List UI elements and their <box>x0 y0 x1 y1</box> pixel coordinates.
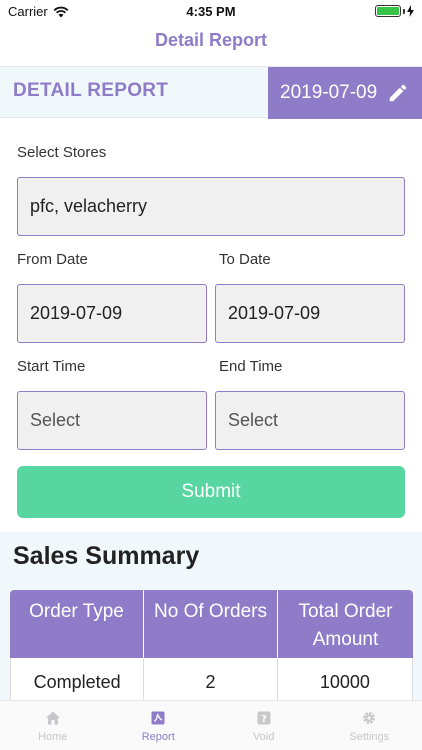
cell-order-type: Completed <box>11 658 145 706</box>
home-icon <box>45 711 60 725</box>
gear-icon <box>363 712 376 724</box>
tab-home-label: Home <box>38 731 68 743</box>
tab-void[interactable]: ? Void <box>211 701 317 750</box>
stores-value: pfc, velacherry <box>30 196 148 216</box>
column-header-order-type: Order Type <box>10 590 144 658</box>
pencil-icon <box>389 84 407 102</box>
battery-icon <box>375 5 414 17</box>
tab-void-label: Void <box>253 731 275 743</box>
cell-no-of-orders: 2 <box>144 658 278 706</box>
start-time-label: Start Time <box>17 358 86 375</box>
page-title: Detail Report <box>154 30 268 50</box>
tab-report-label: Report <box>141 731 175 743</box>
to-date-label: To Date <box>219 251 271 268</box>
tab-settings[interactable]: Settings <box>317 701 422 750</box>
status-bar: Carrier 4:35 PM <box>0 0 422 22</box>
from-date-value: 2019-07-09 <box>30 303 123 323</box>
to-date-value: 2019-07-09 <box>228 303 321 323</box>
table-row: Completed 2 10000 <box>10 658 413 706</box>
sales-summary-table: Order Type No Of Orders Total Order Amou… <box>10 590 413 706</box>
report-header: DETAIL REPORT 2019-07-09 <box>0 66 422 119</box>
clock: 4:35 PM <box>186 4 236 19</box>
cell-total-amount: 10000 <box>319 672 370 692</box>
report-date-value: 2019-07-09 <box>280 82 378 103</box>
submit-button[interactable]: Submit <box>17 466 405 518</box>
report-header-label: DETAIL REPORT <box>13 80 169 101</box>
start-time-field[interactable]: Select <box>17 391 207 450</box>
svg-text:?: ? <box>261 714 267 725</box>
stores-label: Select Stores <box>17 144 107 161</box>
end-time-field[interactable]: Select <box>215 391 405 450</box>
end-time-placeholder: Select <box>228 410 279 430</box>
report-icon <box>151 711 165 725</box>
sales-summary-title: Sales Summary <box>13 542 200 570</box>
from-date-label: From Date <box>17 251 88 268</box>
table-header: Order Type No Of Orders Total Order Amou… <box>10 590 413 658</box>
from-date-field[interactable]: 2019-07-09 <box>17 284 207 343</box>
to-date-field[interactable]: 2019-07-09 <box>215 284 405 343</box>
void-icon: ? <box>257 711 271 725</box>
tab-bar: Home Report ? Void Settings <box>0 700 422 750</box>
column-header-no-of-orders: No Of Orders <box>144 590 278 658</box>
end-time-label: End Time <box>219 358 283 375</box>
start-time-placeholder: Select <box>30 410 81 430</box>
report-date-button[interactable]: 2019-07-09 <box>268 67 422 119</box>
stores-select[interactable]: pfc, velacherry <box>17 177 405 236</box>
tab-settings-label: Settings <box>349 731 390 743</box>
charging-icon <box>407 5 414 17</box>
column-header-total-amount: Total Order Amount <box>298 601 393 650</box>
tab-home[interactable]: Home <box>0 701 106 750</box>
tab-report[interactable]: Report <box>106 701 212 750</box>
